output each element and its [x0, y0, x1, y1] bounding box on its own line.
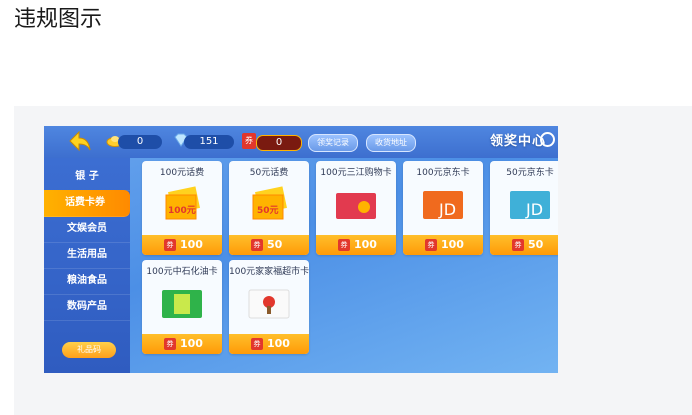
sidebar-item-entertainment[interactable]: 文娱会员 [44, 216, 130, 243]
jiajiafu-card-icon [248, 289, 290, 319]
ticket-count: 0 [256, 135, 302, 151]
category-sidebar: 银 子 话费卡券 文娱会员 生活用品 粮油食品 数码产品 礼品码 [44, 158, 130, 373]
reward-card[interactable]: 50元京东卡 JD 券 50 [490, 161, 558, 255]
card-image-text: JD [525, 200, 543, 219]
sidebar-item-digital[interactable]: 数码产品 [44, 294, 130, 321]
sidebar-item-phone-cards[interactable]: 话费卡券 [44, 190, 130, 217]
price-bar: 券 100 [403, 235, 483, 255]
card-name: 100元中石化油卡 [146, 267, 218, 277]
card-name: 100元京东卡 [416, 168, 470, 178]
sanjiang-card-icon [336, 193, 376, 219]
price-bar: 券 100 [142, 235, 222, 255]
reward-center-title-text: 领奖中心 [490, 134, 547, 149]
card-price: 50 [267, 238, 283, 251]
price-bar: 券 100 [229, 334, 309, 354]
card-image-text: 50元 [257, 205, 279, 216]
card-name: 50元话费 [249, 168, 289, 178]
card-price: 100 [180, 337, 203, 350]
reward-card[interactable]: 100元话费 100元 券 100 [142, 161, 222, 255]
card-price: 100 [441, 238, 464, 251]
sidebar-item-grain-oil[interactable]: 粮油食品 [44, 268, 130, 295]
jd-card-icon: JD [423, 191, 463, 219]
ticket-icon: 券 [251, 338, 263, 350]
reward-card[interactable]: 100元中石化油卡 券 100 [142, 260, 222, 354]
reward-card[interactable]: 100元三江购物卡 券 100 [316, 161, 396, 255]
card-price: 50 [528, 238, 544, 251]
card-name: 50元京东卡 [506, 168, 554, 178]
back-arrow-icon[interactable] [68, 130, 92, 152]
silver-count: 0 [118, 135, 162, 149]
card-name: 100元三江购物卡 [320, 168, 392, 178]
top-bar: 0 151 券 0 领奖记录 收货地址 领奖中心 [44, 126, 558, 158]
settings-ring-icon[interactable] [540, 132, 556, 147]
price-bar: 券 100 [316, 235, 396, 255]
card-name: 100元话费 [159, 168, 205, 178]
price-bar: 券 50 [229, 235, 309, 255]
page-title: 违规图示 [14, 7, 103, 32]
phone-bill-100-icon: 100元 [165, 186, 200, 220]
card-price: 100 [180, 238, 203, 251]
card-price: 100 [354, 238, 377, 251]
reward-card[interactable]: 100元京东卡 JD 券 100 [403, 161, 483, 255]
ticket-icon: 券 [512, 239, 524, 251]
address-button[interactable]: 收货地址 [366, 134, 416, 152]
ticket-icon: 券 [242, 133, 256, 149]
price-bar: 券 100 [142, 334, 222, 354]
ticket-icon: 券 [338, 239, 350, 251]
card-price: 100 [267, 337, 290, 350]
ticket-icon: 券 [164, 239, 176, 251]
gift-code-button[interactable]: 礼品码 [62, 342, 116, 358]
phone-bill-50-icon: 50元 [252, 186, 287, 220]
reward-card[interactable]: 100元家家福超市卡 券 100 [229, 260, 309, 354]
sidebar-item-silver[interactable]: 银 子 [44, 164, 130, 191]
price-bar: 券 50 [490, 235, 558, 255]
sinopec-card-icon [162, 290, 202, 318]
card-image-text: JD [438, 200, 456, 219]
ticket-icon: 券 [251, 239, 263, 251]
diamond-count: 151 [184, 135, 234, 149]
reward-center-title: 领奖中心 [490, 130, 556, 149]
sidebar-item-daily-goods[interactable]: 生活用品 [44, 242, 130, 269]
card-image-text: 100元 [168, 205, 196, 216]
ticket-icon: 券 [164, 338, 176, 350]
ticket-icon: 券 [425, 239, 437, 251]
reward-card[interactable]: 50元话费 50元 券 50 [229, 161, 309, 255]
jd-card-icon: JD [510, 191, 550, 219]
game-screenshot: 0 151 券 0 领奖记录 收货地址 领奖中心 银 子 话费卡券 文娱会员 生… [44, 126, 558, 373]
claim-record-button[interactable]: 领奖记录 [308, 134, 358, 152]
card-name: 100元家家福超市卡 [229, 267, 309, 277]
